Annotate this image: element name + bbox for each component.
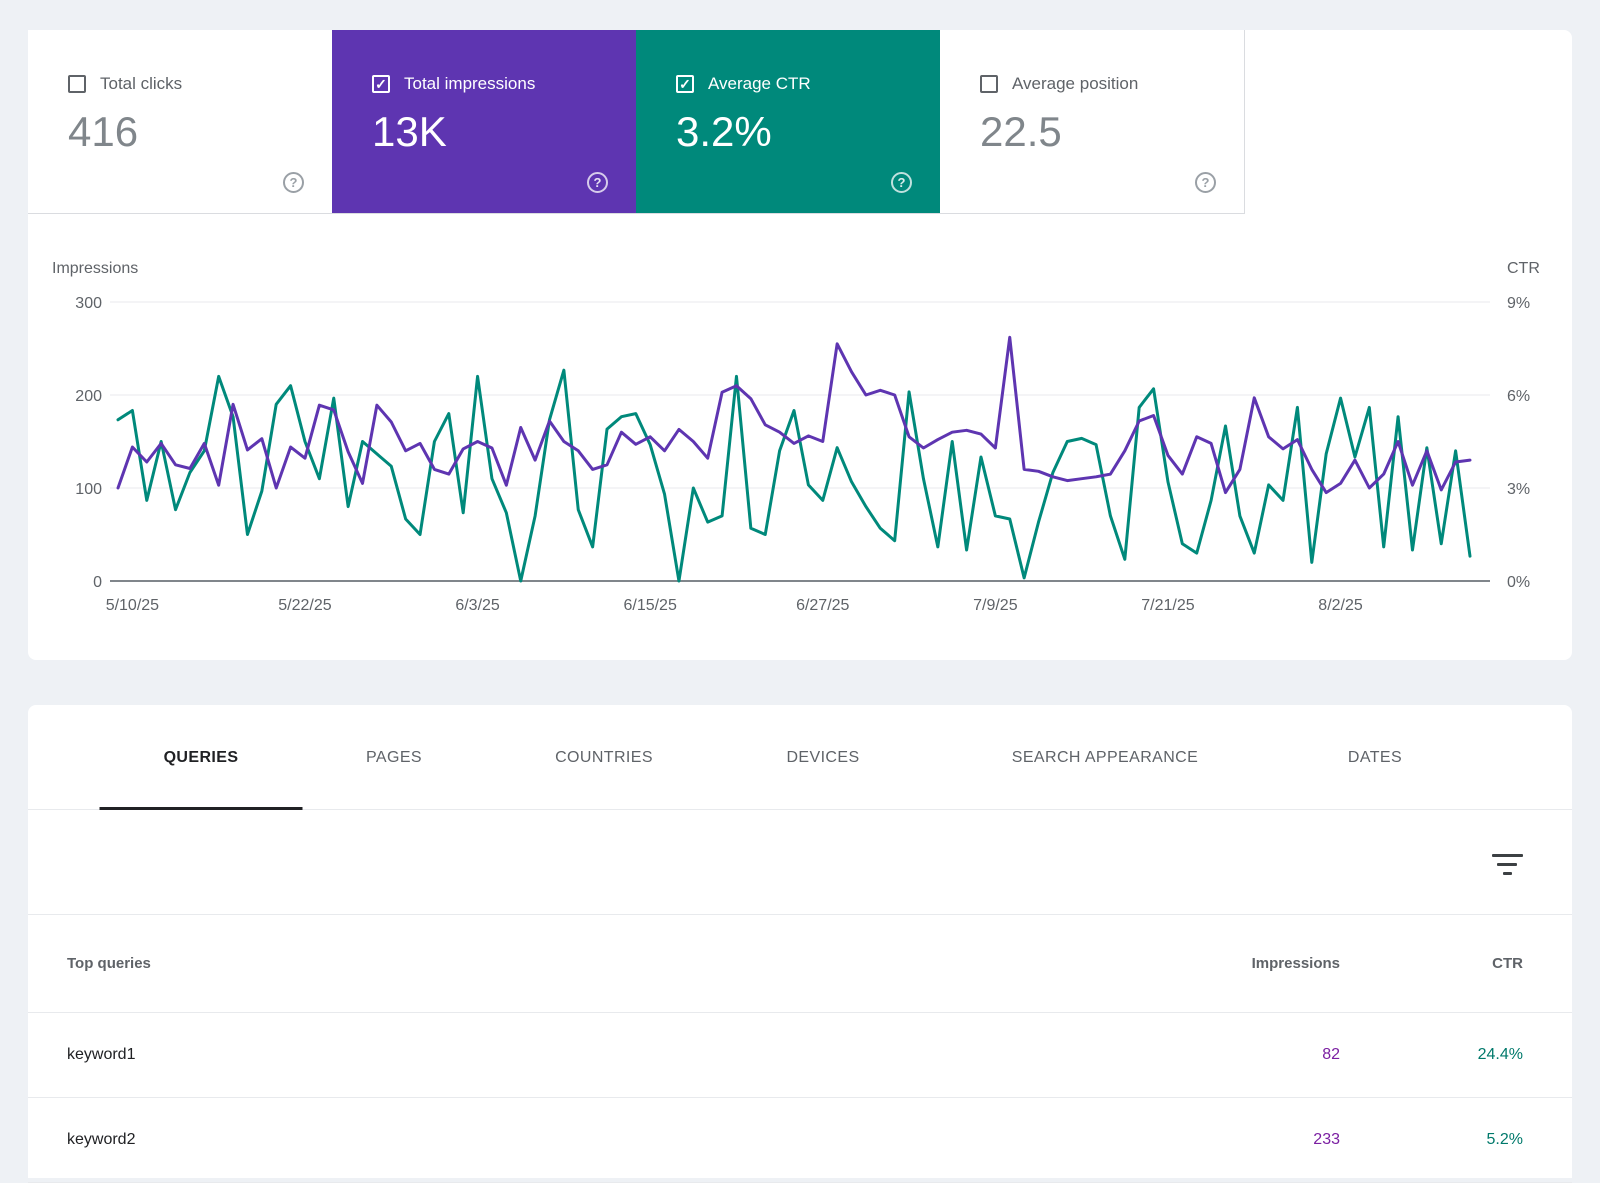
- table-header: Top queries Impressions CTR: [28, 915, 1572, 1013]
- metric-value: 3.2%: [676, 111, 940, 153]
- help-icon[interactable]: ?: [1195, 172, 1216, 193]
- svg-text:6%: 6%: [1507, 388, 1530, 405]
- svg-text:0: 0: [93, 574, 102, 591]
- svg-text:200: 200: [75, 388, 102, 405]
- metrics-row: Total clicks 416 ? ✓ Total impressions 1…: [28, 30, 1245, 214]
- svg-text:9%: 9%: [1507, 295, 1530, 312]
- average-position-checkbox[interactable]: [980, 75, 998, 93]
- svg-text:6/3/25: 6/3/25: [455, 597, 500, 614]
- metric-label: Total clicks: [100, 74, 182, 94]
- metric-tile-average-ctr[interactable]: ✓ Average CTR 3.2% ?: [636, 30, 940, 213]
- svg-text:100: 100: [75, 481, 102, 498]
- metric-value: 416: [68, 111, 332, 153]
- impressions-cell: 233: [1220, 1131, 1340, 1149]
- table-row[interactable]: keyword2 233 5.2%: [28, 1098, 1572, 1183]
- help-icon[interactable]: ?: [283, 172, 304, 193]
- svg-text:8/2/25: 8/2/25: [1318, 597, 1363, 614]
- metric-tile-total-clicks[interactable]: Total clicks 416 ?: [28, 30, 332, 213]
- total-clicks-checkbox[interactable]: [68, 75, 86, 93]
- svg-text:Impressions: Impressions: [52, 260, 138, 277]
- svg-text:6/27/25: 6/27/25: [796, 597, 849, 614]
- svg-text:7/9/25: 7/9/25: [973, 597, 1018, 614]
- dimension-tabs: QUERIES PAGES COUNTRIES DEVICES SEARCH A…: [28, 705, 1572, 810]
- filter-row: [28, 810, 1572, 915]
- svg-text:CTR: CTR: [1507, 260, 1540, 277]
- svg-text:7/21/25: 7/21/25: [1141, 597, 1194, 614]
- tab-dates[interactable]: DATES: [1348, 705, 1402, 810]
- help-icon[interactable]: ?: [891, 172, 912, 193]
- metric-tile-total-impressions[interactable]: ✓ Total impressions 13K ?: [332, 30, 636, 213]
- tab-devices[interactable]: DEVICES: [786, 705, 859, 810]
- column-header-top-queries: Top queries: [67, 955, 1220, 972]
- metric-label: Total impressions: [404, 74, 535, 94]
- performance-card: Total clicks 416 ? ✓ Total impressions 1…: [28, 30, 1572, 660]
- svg-text:300: 300: [75, 295, 102, 312]
- metric-tile-average-position[interactable]: Average position 22.5 ?: [940, 30, 1244, 213]
- table-row[interactable]: keyword1 82 24.4%: [28, 1013, 1572, 1098]
- impressions-cell: 82: [1220, 1046, 1340, 1064]
- query-cell: keyword2: [67, 1131, 1220, 1149]
- svg-text:5/10/25: 5/10/25: [106, 597, 159, 614]
- svg-text:6/15/25: 6/15/25: [623, 597, 676, 614]
- column-header-impressions[interactable]: Impressions: [1220, 955, 1340, 972]
- tab-countries[interactable]: COUNTRIES: [555, 705, 653, 810]
- ctr-cell: 5.2%: [1340, 1131, 1523, 1149]
- ctr-cell: 24.4%: [1340, 1046, 1523, 1064]
- svg-text:0%: 0%: [1507, 574, 1530, 591]
- average-ctr-checkbox[interactable]: ✓: [676, 75, 694, 93]
- performance-line-chart[interactable]: 300 9% 200 6% 100 3% 0 0% Impressions CTR 5/10/25 5…: [28, 213, 1572, 660]
- svg-text:3%: 3%: [1507, 481, 1530, 498]
- metric-value: 22.5: [980, 111, 1244, 153]
- filter-icon[interactable]: [1491, 854, 1523, 875]
- dimensions-card: QUERIES PAGES COUNTRIES DEVICES SEARCH A…: [28, 705, 1572, 1178]
- column-header-ctr[interactable]: CTR: [1340, 955, 1523, 972]
- metric-label: Average CTR: [708, 74, 811, 94]
- svg-text:5/22/25: 5/22/25: [278, 597, 331, 614]
- metric-value: 13K: [372, 111, 636, 153]
- tab-pages[interactable]: PAGES: [366, 705, 422, 810]
- tab-search-appearance[interactable]: SEARCH APPEARANCE: [1012, 705, 1198, 810]
- metric-label: Average position: [1012, 74, 1138, 94]
- help-icon[interactable]: ?: [587, 172, 608, 193]
- total-impressions-checkbox[interactable]: ✓: [372, 75, 390, 93]
- tab-queries[interactable]: QUERIES: [100, 705, 303, 810]
- query-cell: keyword1: [67, 1046, 1220, 1064]
